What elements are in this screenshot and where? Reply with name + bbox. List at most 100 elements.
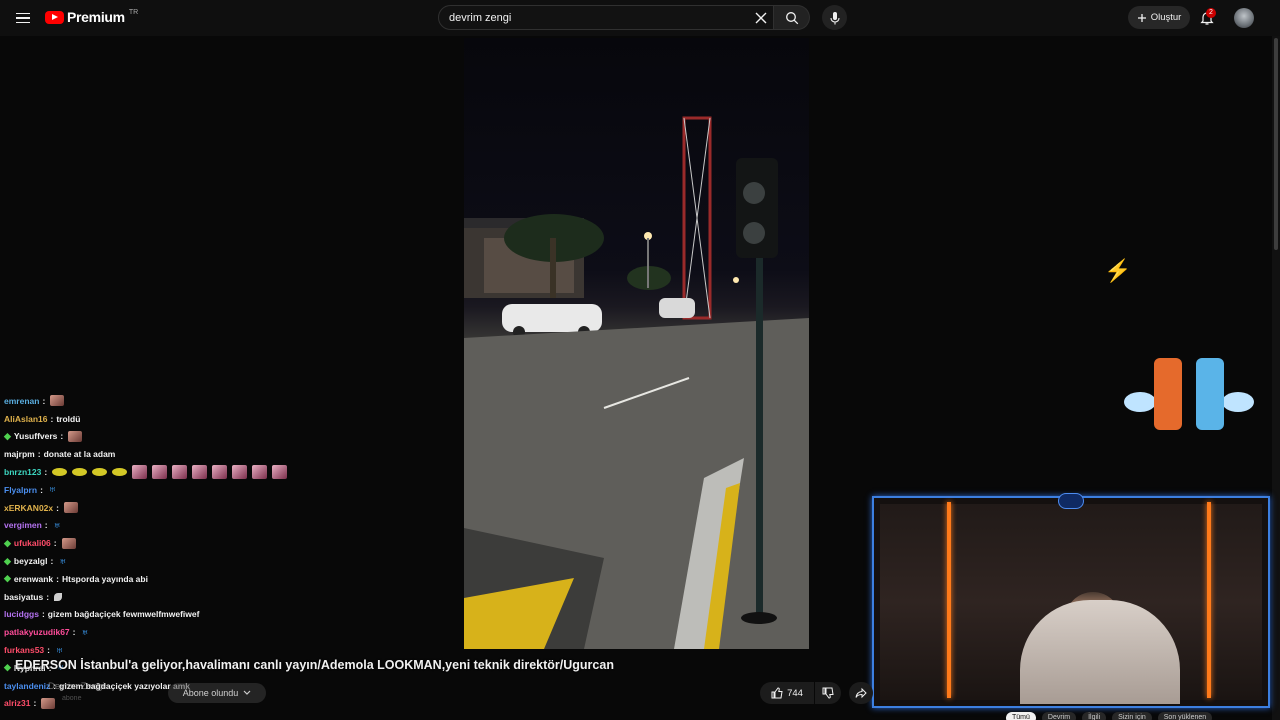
related-tab[interactable]: Devrim [1041, 712, 1077, 720]
chat-username[interactable]: lucidggs [4, 609, 39, 619]
chat-username[interactable]: alriz31 [4, 698, 30, 708]
chat-emote-icon [63, 502, 78, 514]
chat-text: Htsporda yayında abi [61, 573, 148, 584]
channel-name[interactable]: Devrim Zengi [48, 681, 105, 692]
like-button[interactable]: 744 [760, 682, 814, 704]
subscribed-label: Abone olundu [182, 688, 239, 698]
chat-emote-icon [232, 465, 248, 480]
menu-button[interactable] [12, 8, 34, 28]
chat-separator: : [72, 627, 76, 638]
search-icon [785, 11, 798, 24]
dislike-button[interactable] [815, 682, 841, 704]
like-count: 744 [787, 687, 803, 699]
region-label: TR [128, 8, 139, 16]
member-badge-icon: ◆ [4, 573, 11, 584]
cam-badge-icon [1058, 493, 1084, 509]
chat-username[interactable]: erenwank [14, 574, 53, 584]
chat-username[interactable]: ufukali06 [14, 538, 51, 548]
scrollbar-thumb[interactable] [1274, 38, 1278, 250]
subscriber-count: abone [62, 695, 82, 702]
video-frame [464, 38, 809, 649]
search-box[interactable] [438, 5, 774, 30]
chat-message: xERKAN02x: [4, 499, 324, 517]
chat-separator: : [42, 395, 46, 406]
subscribed-button[interactable]: Abone olundu [168, 683, 266, 703]
chat-username[interactable]: beyzalgl [14, 556, 48, 566]
brand-label: Premium [67, 9, 125, 25]
related-tab[interactable]: İlgili [1082, 712, 1107, 720]
voice-search-button[interactable] [822, 5, 847, 30]
chat-message: lucidggs: gizem bağdaçiçek fewmwelfmwefiw… [4, 606, 324, 624]
chat-separator: : [60, 431, 64, 442]
chat-message: Flyalprn: ♅ [4, 481, 324, 499]
chat-username[interactable]: Yusuffvers [14, 431, 57, 441]
chat-message: ◆ ufukali06: [4, 534, 324, 552]
chat-separator: : [33, 698, 37, 709]
chat-text: troldü [56, 413, 81, 424]
share-button[interactable] [849, 682, 873, 704]
chat-message: furkans53: ♅ [4, 641, 324, 659]
footage-scene [464, 116, 809, 649]
chat-emote-icon [272, 465, 288, 480]
chat-emote-icon [41, 697, 56, 709]
member-badge-icon: ◆ [4, 555, 11, 566]
search-input[interactable] [449, 11, 749, 24]
chat-separator: : [44, 520, 48, 531]
chat-username[interactable]: taylandeniz [4, 681, 50, 691]
chat-separator: : [56, 573, 59, 584]
chat-username[interactable]: AliAslan16 [4, 414, 47, 424]
chat-emote-icon [50, 395, 65, 407]
related-tab[interactable]: Tümü [1006, 712, 1036, 720]
chat-emote-icon [112, 468, 128, 477]
chat-emote-icon: ♅ [80, 624, 90, 639]
member-badge-icon: ◆ [4, 430, 11, 441]
chat-separator: : [40, 484, 43, 495]
youtube-logo[interactable]: Premium TR [45, 9, 138, 25]
chat-username[interactable]: furkans53 [4, 645, 44, 655]
chat-emote-icon: ♅ [55, 642, 65, 657]
related-tabs: Tümü Devrim İlgili Sizin için Son yüklenen [1006, 712, 1213, 720]
chat-message: emrenan: [4, 392, 324, 410]
chat-text: gizem bağdaçiçek fewmwelfmwefiwef [47, 609, 200, 620]
chat-emote-icon [192, 465, 208, 480]
chat-separator: : [56, 502, 59, 513]
neon-strip-right [1207, 502, 1211, 698]
related-tab[interactable]: Son yüklenen [1157, 712, 1213, 720]
chat-separator: : [47, 645, 51, 656]
sponsor-spark-icon: ⚡ [1104, 258, 1132, 283]
chat-username[interactable]: majrpm [4, 449, 35, 459]
page-scrollbar[interactable] [1272, 36, 1280, 720]
chat-username[interactable]: xERKAN02x [4, 503, 53, 513]
neon-strip-left [947, 502, 951, 698]
chat-username[interactable]: vergimen [4, 520, 42, 530]
chat-emote-icon: ♅ [52, 517, 62, 532]
chat-separator: : [46, 591, 50, 602]
search-button[interactable] [774, 5, 810, 30]
chat-message: alriz31: [4, 695, 324, 713]
chat-separator: : [50, 556, 54, 567]
chat-username[interactable]: patlakyuzudik67 [4, 627, 70, 637]
chat-username[interactable]: bnrzn123 [4, 467, 41, 477]
member-badge-icon: ◆ [4, 662, 11, 673]
chat-message: vergimen: ♅ [4, 517, 324, 535]
chat-emote-icon [92, 468, 108, 477]
chat-username[interactable]: Flyalprn [4, 485, 37, 495]
chat-message: majrpm: donate at la adam [4, 445, 324, 463]
create-button[interactable]: Oluştur [1128, 6, 1190, 29]
chat-message: basiyatus: [4, 588, 324, 606]
chat-username[interactable]: basiyatus [4, 592, 43, 602]
chat-text: donate at la adam [43, 449, 116, 460]
chat-username[interactable]: emrenan [4, 396, 39, 406]
thumbs-up-icon [771, 687, 783, 699]
chat-separator: : [41, 609, 45, 620]
video-title: EDERSON İstanbul'a geliyor,havalimanı ca… [15, 658, 614, 672]
chat-message: patlakyuzudik67: ♅ [4, 623, 324, 641]
related-tab[interactable]: Sizin için [1112, 712, 1152, 720]
chat-separator: : [50, 413, 54, 424]
chat-emote-icon: ♅ [47, 482, 57, 497]
avatar[interactable] [1234, 8, 1254, 28]
chat-message: ◆ Yusuffvers: [4, 428, 324, 446]
close-icon[interactable] [752, 9, 770, 27]
share-icon [855, 687, 867, 699]
chat-emote-icon [52, 468, 68, 477]
